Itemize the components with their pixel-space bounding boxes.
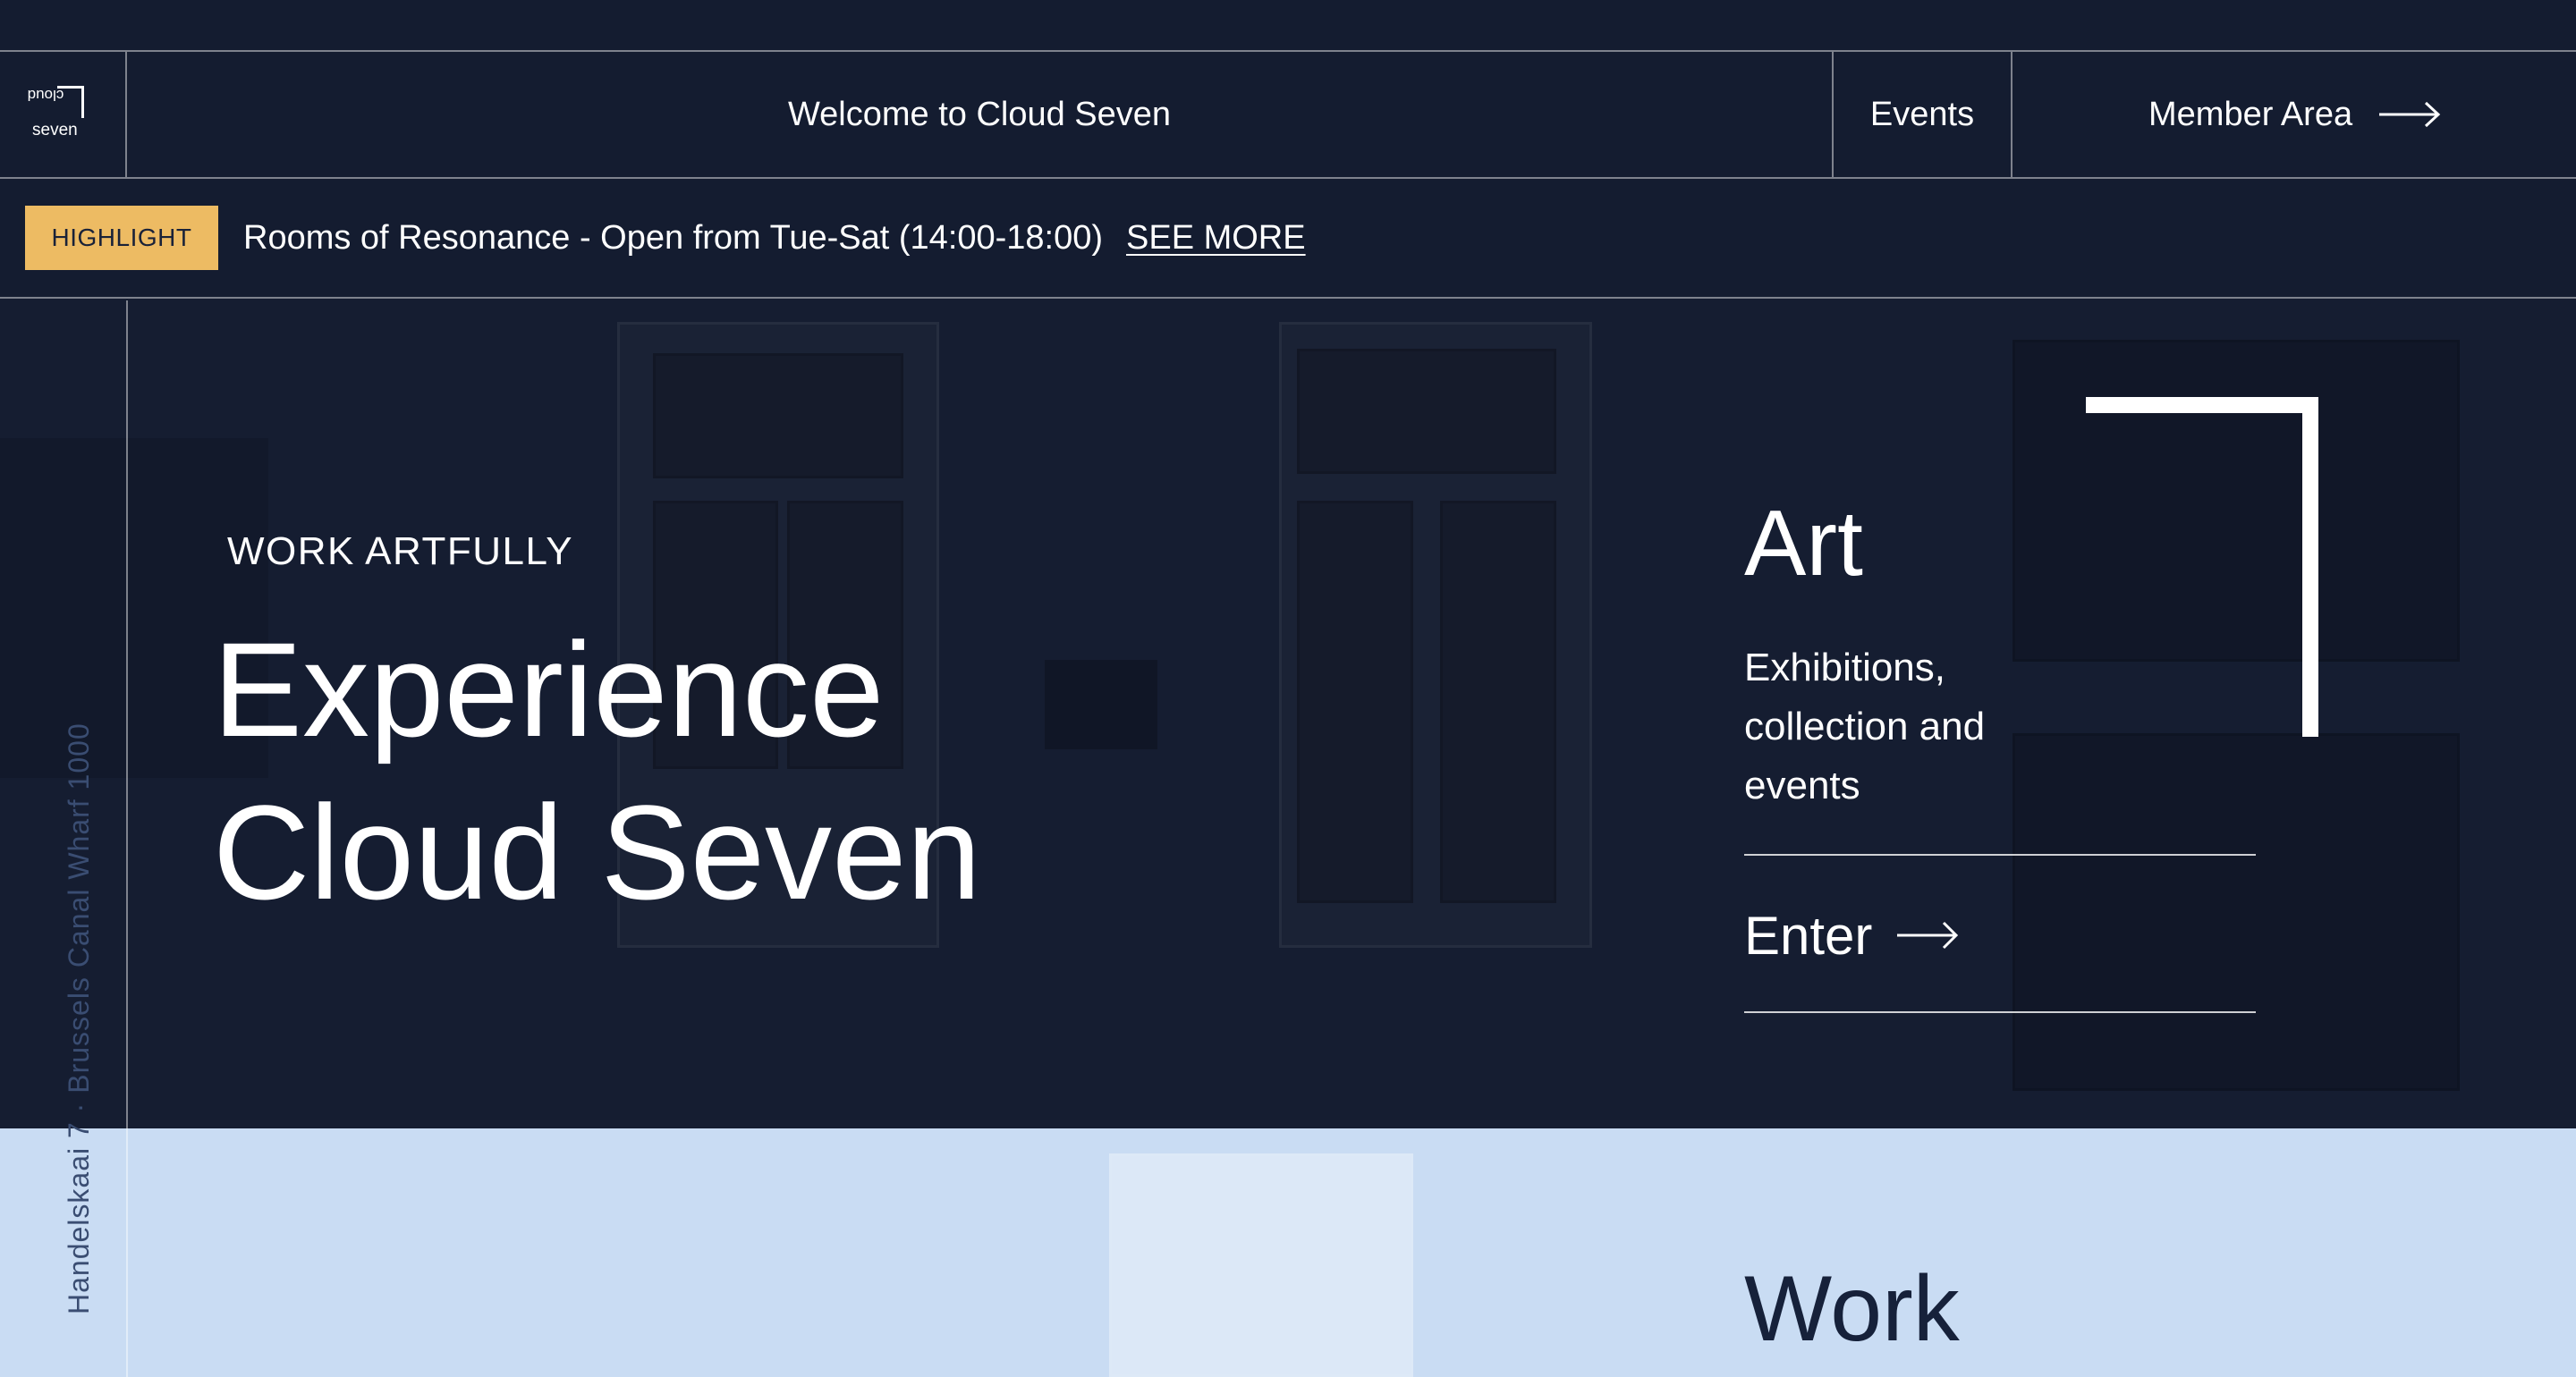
art-title: Art <box>1744 492 1863 596</box>
member-area-label: Member Area <box>2148 95 2353 133</box>
hero-title-line1: Experience <box>213 614 885 765</box>
logo-link[interactable]: cloud seven <box>0 52 127 177</box>
art-enter-link[interactable]: Enter <box>1744 901 1960 969</box>
left-rail-divider <box>126 300 128 1377</box>
member-area-link[interactable]: Member Area <box>2148 52 2442 177</box>
hero-eyebrow: WORK ARTFULLY <box>227 529 574 573</box>
address-text: Handelskaai 7 · Brussels Canal Wharf 100… <box>63 722 95 1314</box>
nav-events-link[interactable]: Events <box>1832 52 2012 177</box>
arrow-right-icon <box>2379 101 2441 128</box>
highlight-text: Rooms of Resonance - Open from Tue-Sat (… <box>243 218 1104 257</box>
welcome-text: Welcome to Cloud Seven <box>787 95 1172 133</box>
highlight-badge: HIGHLIGHT <box>25 206 218 270</box>
art-enter-label: Enter <box>1744 905 1873 966</box>
cloud-seven-logo: cloud seven <box>28 77 95 148</box>
work-title: Work <box>1744 1257 1960 1361</box>
see-more-link[interactable]: SEE MORE <box>1126 206 1306 270</box>
logo-cloud-text: cloud <box>27 87 64 104</box>
art-description: Exhibitions, collection and events <box>1744 646 1986 807</box>
nav-events-label: Events <box>1869 95 1975 133</box>
highlight-bar: HIGHLIGHT Rooms of Resonance - Open from… <box>0 179 2576 299</box>
top-strip <box>0 0 2576 52</box>
hero-title-line2: Cloud Seven <box>213 777 981 927</box>
art-corner-decoration <box>2086 397 2318 737</box>
site-header: cloud seven Welcome to Cloud Seven Event… <box>0 52 2576 179</box>
art-divider-top <box>1744 854 2256 856</box>
arrow-right-icon <box>1897 921 1959 950</box>
hero-title: Experience Cloud Seven <box>213 608 981 933</box>
art-divider-bottom <box>1744 1011 2256 1013</box>
logo-seven-text: seven <box>32 121 78 139</box>
